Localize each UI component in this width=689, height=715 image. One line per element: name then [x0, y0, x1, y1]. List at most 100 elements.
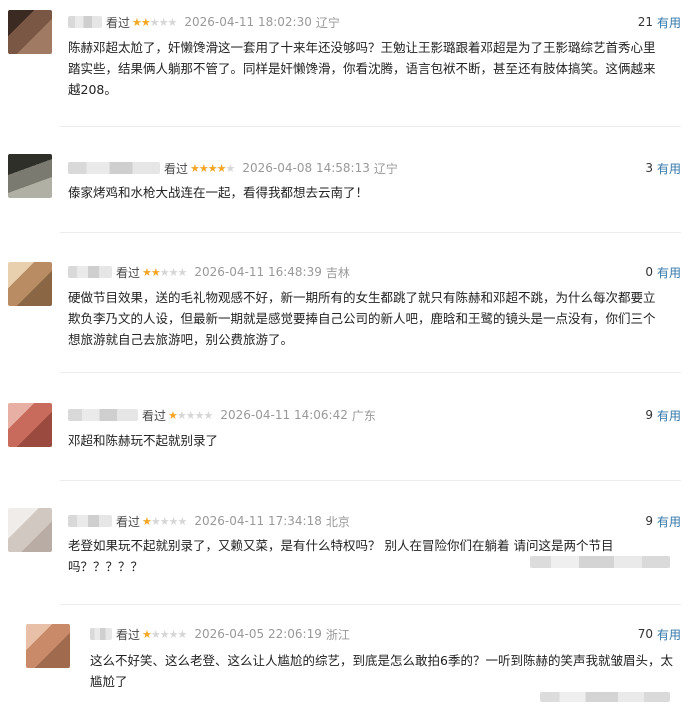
watched-status: 看过	[116, 514, 141, 529]
useful-button[interactable]: 有用	[657, 160, 681, 177]
avatar[interactable]	[8, 10, 52, 54]
star-empty-icon: ★	[149, 15, 160, 29]
useful-vote[interactable]: 0 有用	[645, 262, 681, 282]
divider	[60, 232, 681, 233]
star-empty-icon: ★	[185, 408, 196, 422]
useful-button[interactable]: 有用	[657, 14, 681, 31]
comment-line: 老登如果玩不起就别录了，又赖又菜，是有什么特权吗？ 别人在冒险你们在躺着 请问这…	[68, 538, 614, 553]
username[interactable]	[68, 162, 160, 174]
divider	[60, 480, 681, 481]
comment-line: 想旅游就自己去旅游吧，别公费旅游了。	[68, 332, 294, 347]
comment-line: 尴尬了	[90, 674, 128, 689]
comment-time: 2026-04-08 14:58:13	[242, 161, 370, 175]
blurred-overlay	[540, 692, 670, 702]
comment-text: 这么不好笑、这么老登、这么让人尴尬的综艺，到底是怎么敢拍6季的？一听到陈赫的笑声…	[90, 650, 673, 692]
star-empty-icon: ★	[167, 15, 178, 29]
comment-time: 2026-04-05 22:06:19	[194, 627, 322, 641]
star-empty-icon: ★	[168, 627, 179, 641]
username[interactable]	[68, 515, 112, 527]
comment-time: 2026-04-11 16:48:39	[194, 265, 322, 279]
username[interactable]	[90, 628, 112, 640]
watched-status: 看过	[106, 15, 131, 30]
rating-stars: ★ ★ ★ ★ ★	[142, 514, 188, 528]
username[interactable]	[68, 266, 112, 278]
comment-location: 辽宁	[373, 161, 398, 176]
rating-stars: ★ ★ ★ ★ ★	[132, 15, 178, 29]
avatar[interactable]	[26, 624, 70, 668]
star-empty-icon: ★	[225, 161, 236, 175]
useful-button[interactable]: 有用	[657, 626, 681, 643]
useful-vote[interactable]: 9 有用	[645, 511, 681, 531]
useful-count: 0	[645, 265, 653, 279]
comment-time: 2026-04-11 14:06:42	[220, 408, 348, 422]
useful-button[interactable]: 有用	[657, 513, 681, 530]
watched-status: 看过	[116, 627, 141, 642]
useful-count: 9	[645, 514, 653, 528]
star-filled-icon: ★	[132, 15, 142, 29]
comment-location: 吉林	[325, 265, 350, 280]
comment-meta: 看过 ★ ★ ★ ★ ★ 2026-04-11 18:02:30 辽宁	[68, 12, 340, 32]
useful-vote[interactable]: 9 有用	[645, 405, 681, 425]
star-filled-icon: ★	[190, 161, 200, 175]
comment-line: 越208。	[68, 82, 117, 97]
useful-vote[interactable]: 21 有用	[638, 12, 681, 32]
comment-time: 2026-04-11 18:02:30	[184, 15, 312, 29]
comment-line: 硬做节目效果，送的毛礼物观感不好，新一期所有的女生都跳了就只有陈赫和邓超不跳，为…	[68, 290, 656, 305]
star-filled-icon: ★	[198, 161, 209, 175]
useful-count: 70	[637, 627, 653, 641]
star-empty-icon: ★	[203, 408, 214, 422]
star-filled-icon: ★	[140, 15, 151, 29]
comment-line: 欺负李乃文的人设，但最新一期就是感觉要捧自己公司的新人吧，鹿晗和王鹭的镜头是一点…	[68, 311, 656, 326]
useful-vote[interactable]: 70 有用	[638, 624, 681, 644]
star-empty-icon: ★	[150, 514, 161, 528]
divider	[60, 126, 681, 127]
useful-count: 21	[637, 15, 653, 29]
comment-line: 陈赫邓超太尬了，奸懒馋滑这一套用了十来年还没够吗？王勉让王影璐跟着邓超是为了王影…	[68, 40, 656, 55]
comment-meta: 看过 ★ ★ ★ ★ ★ 2026-04-05 22:06:19 浙江	[90, 624, 350, 644]
star-filled-icon: ★	[150, 265, 161, 279]
comment-location: 浙江	[325, 627, 350, 642]
star-empty-icon: ★	[177, 265, 188, 279]
comment-text: 硬做节目效果，送的毛礼物观感不好，新一期所有的女生都跳了就只有陈赫和邓超不跳，为…	[68, 287, 656, 350]
useful-count: 9	[645, 408, 653, 422]
useful-button[interactable]: 有用	[657, 264, 681, 281]
comment-line: 傣家烤鸡和水枪大战连在一起，看得我都想去云南了！	[68, 185, 369, 200]
star-filled-icon: ★	[168, 408, 178, 422]
comment-meta: 看过 ★ ★ ★ ★ ★ 2026-04-11 16:48:39 吉林	[68, 262, 350, 282]
star-filled-icon: ★	[142, 627, 152, 641]
watched-status: 看过	[142, 408, 167, 423]
star-empty-icon: ★	[168, 265, 179, 279]
comment-meta: 看过 ★ ★ ★ ★ ★ 2026-04-11 14:06:42 广东	[68, 405, 376, 425]
star-empty-icon: ★	[159, 627, 170, 641]
star-empty-icon: ★	[168, 514, 179, 528]
comment-meta: 看过 ★ ★ ★ ★ ★ 2026-04-08 14:58:13 辽宁	[68, 158, 398, 178]
useful-count: 3	[645, 161, 653, 175]
rating-stars: ★ ★ ★ ★ ★	[142, 265, 188, 279]
star-empty-icon: ★	[159, 514, 170, 528]
rating-stars: ★ ★ ★ ★ ★	[190, 161, 236, 175]
watched-status: 看过	[116, 265, 141, 280]
blurred-overlay	[530, 556, 670, 568]
useful-button[interactable]: 有用	[657, 407, 681, 424]
comment-location: 广东	[351, 408, 376, 423]
star-empty-icon: ★	[176, 408, 187, 422]
star-filled-icon: ★	[142, 265, 152, 279]
comment-location: 辽宁	[315, 15, 340, 30]
star-filled-icon: ★	[216, 161, 227, 175]
avatar[interactable]	[8, 508, 52, 552]
comment-line: 邓超和陈赫玩不起就别录了	[68, 433, 219, 448]
star-empty-icon: ★	[177, 627, 188, 641]
username[interactable]	[68, 409, 138, 421]
avatar[interactable]	[8, 262, 52, 306]
rating-stars: ★ ★ ★ ★ ★	[168, 408, 214, 422]
comment-text: 傣家烤鸡和水枪大战连在一起，看得我都想去云南了！	[68, 182, 368, 203]
star-empty-icon: ★	[177, 514, 188, 528]
comment-text: 陈赫邓超太尬了，奸懒馋滑这一套用了十来年还没够吗？王勉让王影璐跟着邓超是为了王影…	[68, 37, 656, 100]
comment-line: 这么不好笑、这么老登、这么让人尴尬的综艺，到底是怎么敢拍6季的？一听到陈赫的笑声…	[90, 653, 673, 668]
star-empty-icon: ★	[158, 15, 169, 29]
username[interactable]	[68, 16, 102, 28]
comment-text: 邓超和陈赫玩不起就别录了	[68, 430, 218, 451]
avatar[interactable]	[8, 403, 52, 447]
avatar[interactable]	[8, 154, 52, 198]
useful-vote[interactable]: 3 有用	[645, 158, 681, 178]
